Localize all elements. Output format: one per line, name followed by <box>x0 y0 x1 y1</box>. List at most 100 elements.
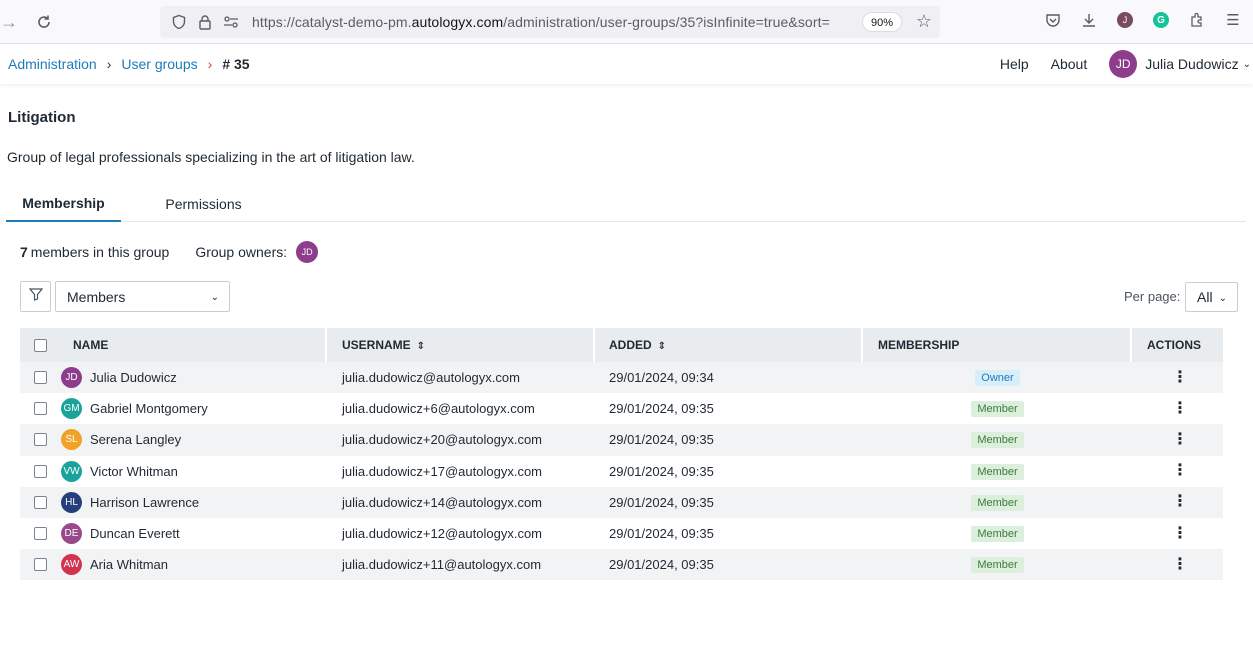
row-checkbox[interactable] <box>34 527 47 541</box>
download-icon[interactable] <box>1079 10 1099 30</box>
table-row[interactable]: SL Serena Langley julia.dudowicz+20@auto… <box>20 424 1223 456</box>
pocket-icon[interactable] <box>1043 10 1063 30</box>
group-owners-label: Group owners: <box>195 244 288 260</box>
reload-icon[interactable] <box>31 9 57 35</box>
row-select-cell <box>20 487 61 518</box>
forward-icon[interactable]: → <box>0 9 22 35</box>
table-row[interactable]: HL Harrison Lawrence julia.dudowicz+14@a… <box>20 486 1223 518</box>
username-cell: julia.dudowicz+20@autologyx.com <box>342 432 543 448</box>
help-link[interactable]: Help <box>1000 56 1029 72</box>
status-badge: Member <box>971 557 1024 574</box>
select-all-checkbox[interactable] <box>34 338 47 352</box>
per-page-select[interactable]: All ⌄ <box>1185 282 1238 312</box>
more-actions-icon[interactable]: ⋮ <box>1172 369 1188 386</box>
user-menu-name[interactable]: Julia Dudowicz <box>1145 56 1238 72</box>
lock-icon[interactable] <box>194 11 216 33</box>
row-checkbox[interactable] <box>34 495 47 509</box>
name-cell: DE Duncan Everett <box>61 518 327 549</box>
username-cell: julia.dudowicz+17@autologyx.com <box>342 463 543 479</box>
row-checkbox[interactable] <box>34 371 47 385</box>
avatar[interactable]: SL <box>61 429 82 451</box>
header-actions: Help About JD Julia Dudowicz ⌄ <box>1000 44 1253 84</box>
address-bar[interactable]: https://catalyst-demo-pm.autologyx.com/a… <box>160 6 940 38</box>
row-checkbox[interactable] <box>34 433 47 447</box>
name-cell-content: VW Victor Whitman <box>61 460 327 482</box>
select-all-header <box>20 328 61 362</box>
profile-initial: J <box>1117 12 1133 28</box>
members-filter-select[interactable]: Members ⌄ <box>55 281 230 312</box>
chevron-right-icon: › <box>207 56 213 72</box>
username-cell: julia.dudowicz+11@autologyx.com <box>342 557 542 573</box>
added-cell: 29/01/2024, 09:35 <box>609 463 714 479</box>
avatar[interactable]: HL <box>61 491 82 513</box>
grammarly-letter: G <box>1153 12 1169 28</box>
profile-avatar-icon[interactable]: J <box>1115 10 1135 30</box>
more-actions-icon[interactable]: ⋮ <box>1172 556 1188 573</box>
avatar[interactable]: JD <box>61 367 82 389</box>
sort-icon[interactable]: ⇕ <box>417 341 425 352</box>
url-suffix: /administration/user-groups/35?isInfinit… <box>503 14 830 30</box>
breadcrumb-user-groups[interactable]: User groups <box>121 56 197 72</box>
tab-permissions[interactable]: Permissions <box>151 186 256 222</box>
table-body: JD Julia Dudowicz julia.dudowicz@autolog… <box>20 362 1223 581</box>
avatar[interactable]: AW <box>61 554 82 576</box>
row-select-cell <box>20 456 61 487</box>
grammarly-icon[interactable]: G <box>1151 10 1171 30</box>
user-avatar[interactable]: JD <box>1109 50 1138 78</box>
more-actions-icon[interactable]: ⋮ <box>1172 431 1188 448</box>
tab-bar: Membership Permissions <box>6 186 1246 222</box>
chevron-right-icon: › <box>106 56 112 72</box>
status-badge: Member <box>971 401 1024 418</box>
tab-membership[interactable]: Membership <box>6 186 121 222</box>
per-page-label: Per page: <box>1124 289 1181 304</box>
actions-cell: ⋮ <box>1132 487 1223 518</box>
username-cell: julia.dudowicz+12@autologyx.com <box>342 526 543 542</box>
status-badge: Member <box>971 463 1024 480</box>
row-checkbox[interactable] <box>34 558 47 572</box>
url-domain: autologyx.com <box>411 14 504 30</box>
sort-icon[interactable]: ⇕ <box>658 341 666 352</box>
row-select-cell <box>20 362 61 393</box>
extensions-icon[interactable] <box>1187 10 1207 30</box>
username-cell: julia.dudowicz+6@autologyx.com <box>342 401 535 417</box>
group-description: Group of legal professionals specializin… <box>7 149 415 165</box>
membership-header-label: MEMBERSHIP <box>878 338 960 352</box>
row-checkbox[interactable] <box>34 464 47 478</box>
avatar[interactable]: GM <box>61 398 82 420</box>
filter-button[interactable] <box>20 281 51 312</box>
name-header[interactable]: NAME <box>61 328 327 362</box>
table-row[interactable]: AW Aria Whitman julia.dudowicz+11@autolo… <box>20 549 1223 581</box>
added-cell: 29/01/2024, 09:34 <box>609 370 714 386</box>
more-actions-icon[interactable]: ⋮ <box>1172 400 1188 417</box>
row-checkbox[interactable] <box>34 402 47 416</box>
table-row[interactable]: DE Duncan Everett julia.dudowicz+12@auto… <box>20 518 1223 549</box>
more-actions-icon[interactable]: ⋮ <box>1172 493 1188 510</box>
added-cell: 29/01/2024, 09:35 <box>609 494 714 510</box>
menu-icon[interactable]: ☰ <box>1223 10 1243 30</box>
shield-icon[interactable] <box>168 11 190 33</box>
avatar[interactable]: DE <box>61 523 82 545</box>
actions-header: ACTIONS <box>1132 328 1223 362</box>
breadcrumb-administration[interactable]: Administration <box>8 56 97 72</box>
more-actions-icon[interactable]: ⋮ <box>1172 525 1188 542</box>
permissions-icon[interactable] <box>220 11 242 33</box>
username-header[interactable]: USERNAME ⇕ <box>327 328 595 362</box>
actions-cell: ⋮ <box>1132 456 1223 487</box>
avatar[interactable]: VW <box>61 460 82 482</box>
chevron-down-icon[interactable]: ⌄ <box>1243 59 1251 70</box>
bookmark-star-icon[interactable]: ☆ <box>916 11 932 32</box>
added-header[interactable]: ADDED ⇕ <box>595 328 863 362</box>
table-row[interactable]: GM Gabriel Montgomery julia.dudowicz+6@a… <box>20 393 1223 424</box>
more-actions-icon[interactable]: ⋮ <box>1172 462 1188 479</box>
about-link[interactable]: About <box>1051 56 1088 72</box>
zoom-badge[interactable]: 90% <box>861 12 902 32</box>
url-text: https://catalyst-demo-pm.autologyx.com/a… <box>252 14 830 30</box>
actions-cell: ⋮ <box>1132 362 1223 393</box>
name-cell: SL Serena Langley <box>61 424 327 455</box>
table-row[interactable]: JD Julia Dudowicz julia.dudowicz@autolog… <box>20 362 1223 394</box>
owner-avatar[interactable]: JD <box>296 241 319 263</box>
browser-toolbar: → https://catalyst-demo-pm.autologyx.com… <box>0 0 1253 44</box>
table-row[interactable]: VW Victor Whitman julia.dudowicz+17@auto… <box>20 456 1223 487</box>
name-cell: VW Victor Whitman <box>61 456 327 487</box>
name-cell-content: AW Aria Whitman <box>61 554 327 576</box>
